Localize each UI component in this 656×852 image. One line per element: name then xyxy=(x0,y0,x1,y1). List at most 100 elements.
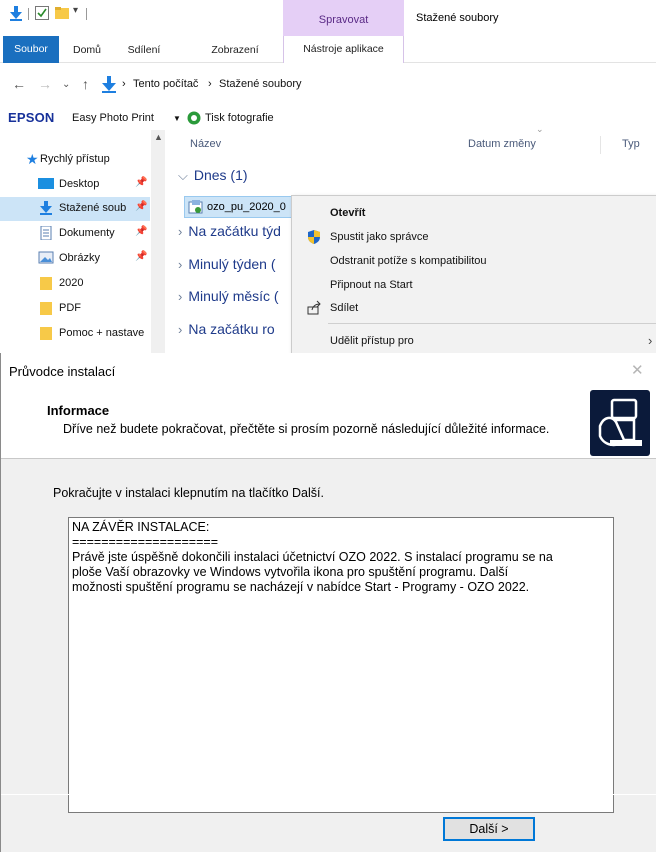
group-label: Minulý měsíc ( xyxy=(188,288,279,304)
group-last-month[interactable]: › Minulý měsíc ( xyxy=(178,288,279,304)
menu-item-label: Odstranit potíže s kompatibilitou xyxy=(330,255,487,267)
menu-item-share[interactable]: Sdílet xyxy=(292,297,656,319)
back-arrow-icon[interactable]: ← xyxy=(12,76,26,92)
nav-item-pictures[interactable]: Obrázky 📌 xyxy=(0,247,150,271)
nav-item-folder-pdf[interactable]: PDF xyxy=(0,297,150,321)
folder-icon xyxy=(40,302,52,315)
menu-item-run-as-admin[interactable]: Spustit jako správce xyxy=(292,226,656,248)
context-menu: Otevřít Spustit jako správce Odstranit p… xyxy=(291,195,656,353)
pin-icon[interactable]: 📌 xyxy=(135,201,147,212)
context-tab-group: Spravovat xyxy=(283,0,404,36)
menu-separator xyxy=(328,323,656,324)
group-earlier-this-year[interactable]: › Na začátku ro xyxy=(178,321,275,337)
nav-item-label: Pomoc + nastave xyxy=(59,327,145,339)
dialog-header: Informace Dříve než budete pokračovat, p… xyxy=(1,385,656,459)
nav-item-label: Desktop xyxy=(59,178,100,190)
memo-line: možnosti spuštění programu se nacházejí … xyxy=(72,580,530,594)
breadcrumb-separator: › xyxy=(208,78,212,90)
column-header-type[interactable]: Typ xyxy=(622,138,640,150)
document-icon xyxy=(40,226,52,240)
share-icon xyxy=(307,300,321,315)
downloads-folder-icon xyxy=(102,76,116,93)
header-title: Informace xyxy=(47,403,110,418)
breadcrumb-separator: › xyxy=(122,78,126,90)
chevron-right-icon: › xyxy=(178,257,183,272)
navigation-pane: ★ Rychlý přístup Desktop 📌 Stažené soub … xyxy=(0,130,168,353)
desktop-icon xyxy=(38,178,54,189)
customize-qat-icon[interactable]: ▾ xyxy=(73,5,78,16)
column-header-date[interactable]: Datum změny xyxy=(468,138,536,150)
memo-line: NA ZÁVĚR INSTALACE: xyxy=(72,520,210,534)
dropdown-arrow-icon[interactable]: ▼ xyxy=(173,114,181,123)
menu-item-label: Sdílet xyxy=(330,302,359,314)
pictures-icon xyxy=(38,251,54,264)
chevron-right-icon: › xyxy=(178,322,183,337)
nav-scrollbar[interactable]: ▲ xyxy=(151,130,165,353)
chevron-right-icon: › xyxy=(178,224,183,239)
nav-item-label: 2020 xyxy=(59,277,84,289)
tab-view[interactable]: Zobrazení xyxy=(199,38,271,62)
group-earlier-this-week[interactable]: › Na začátku týd xyxy=(178,223,281,239)
nav-item-folder-2020[interactable]: 2020 xyxy=(0,272,150,296)
info-memo[interactable]: NA ZÁVĚR INSTALACE: ====================… xyxy=(68,517,614,813)
group-label: Na začátku týd xyxy=(188,223,281,239)
chevron-right-icon: › xyxy=(178,289,183,304)
photo-print-button[interactable]: Tisk fotografie xyxy=(205,112,274,124)
menu-item-give-access-to[interactable]: Udělit přístup pro › xyxy=(292,330,656,352)
folder-icon xyxy=(40,277,52,290)
menu-item-troubleshoot-compatibility[interactable]: Odstranit potíže s kompatibilitou xyxy=(292,250,656,272)
tab-home[interactable]: Domů xyxy=(66,38,108,62)
properties-icon[interactable] xyxy=(34,5,50,21)
memo-line: ==================== xyxy=(72,535,218,549)
pin-icon[interactable]: 📌 xyxy=(135,177,147,188)
epson-toolbar: EPSON Easy Photo Print ▼ Tisk fotografie xyxy=(0,108,656,128)
scroll-up-icon[interactable]: ▲ xyxy=(154,132,163,142)
nav-item-label: PDF xyxy=(59,302,81,314)
file-row-selected[interactable]: ozo_pu_2020_0 xyxy=(184,196,304,218)
toolbar-separator xyxy=(28,8,29,20)
menu-item-label: Připnout na Start xyxy=(330,279,413,291)
nav-item-folder-help[interactable]: Pomoc + nastave xyxy=(0,322,150,346)
menu-item-label: Spustit jako správce xyxy=(330,231,429,243)
menu-item-label: Udělit přístup pro xyxy=(330,335,414,347)
menu-item-label: Otevřít xyxy=(330,207,366,219)
file-name: ozo_pu_2020_0 xyxy=(207,201,286,213)
recent-locations-icon[interactable]: ⌄ xyxy=(62,79,70,90)
easy-photo-print-button[interactable]: Easy Photo Print xyxy=(72,112,154,124)
file-explorer-window: ▾ Spravovat Stažené soubory Soubor Domů … xyxy=(0,0,656,353)
submenu-arrow-icon: › xyxy=(648,333,653,348)
new-folder-icon[interactable] xyxy=(54,5,70,21)
tab-application-tools[interactable]: Nástroje aplikace xyxy=(283,36,404,63)
photo-print-icon xyxy=(187,111,201,125)
breadcrumb-this-pc[interactable]: Tento počítač xyxy=(133,78,198,90)
column-header-name[interactable]: Název xyxy=(190,138,221,150)
menu-item-pin-to-start[interactable]: Připnout na Start xyxy=(292,274,656,296)
nav-item-quick-access[interactable]: ★ Rychlý přístup xyxy=(0,148,150,172)
pin-icon[interactable]: 📌 xyxy=(135,251,147,262)
tab-file[interactable]: Soubor xyxy=(3,36,59,63)
dialog-titlebar: Průvodce instalací ✕ xyxy=(1,353,656,385)
download-arrow-icon[interactable] xyxy=(8,5,24,21)
group-last-week[interactable]: › Minulý týden ( xyxy=(178,256,276,272)
next-button[interactable]: Další > xyxy=(443,817,535,841)
epson-logo: EPSON xyxy=(8,110,55,125)
column-separator[interactable] xyxy=(600,136,601,154)
address-bar: ← → ⌄ ↑ › Tento počítač › Stažené soubor… xyxy=(0,70,656,100)
nav-item-desktop[interactable]: Desktop 📌 xyxy=(0,173,150,197)
context-tab-group-label: Spravovat xyxy=(318,14,369,26)
pin-icon[interactable]: 📌 xyxy=(135,226,147,237)
nav-item-downloads[interactable]: Stažené soub 📌 xyxy=(0,197,150,221)
instruction-text: Pokračujte v instalaci klepnutím na tlač… xyxy=(53,486,324,500)
nav-item-label: Stažené soub xyxy=(59,202,127,214)
download-icon xyxy=(40,201,52,215)
close-icon[interactable]: ✕ xyxy=(631,361,644,379)
forward-arrow-icon[interactable]: → xyxy=(38,76,52,92)
menu-item-open[interactable]: Otevřít xyxy=(292,202,656,224)
tab-share[interactable]: Sdílení xyxy=(119,38,169,62)
breadcrumb-downloads[interactable]: Stažené soubory xyxy=(219,78,302,90)
footer-separator xyxy=(1,794,656,795)
group-today[interactable]: ⌵ Dnes (1) xyxy=(178,167,248,184)
setup-computer-icon xyxy=(590,390,650,456)
up-arrow-icon[interactable]: ↑ xyxy=(82,76,89,92)
nav-item-documents[interactable]: Dokumenty 📌 xyxy=(0,222,150,246)
